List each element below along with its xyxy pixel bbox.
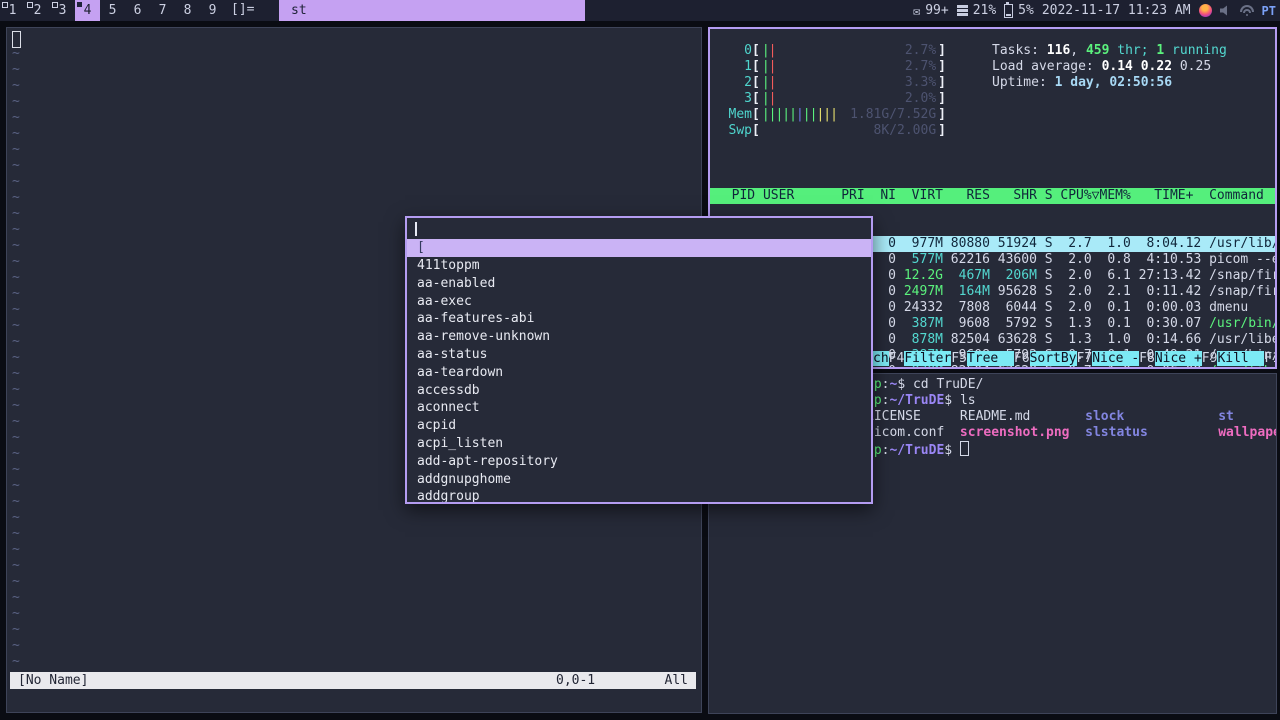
vim-empty-lines: ~ ~ ~ ~ ~ ~ ~ ~ ~ ~ ~ ~ ~ ~ ~ ~ ~ ~ ~ ~ ~ ~ ~ ~ ~ ~ ~ ~ ~ ~ ~ ~ ~ ~ ~ ~ ~ ~ ~ (12, 46, 20, 669)
dmenu-item[interactable]: aa-teardown (407, 364, 871, 382)
dmenu-text-cursor (415, 222, 417, 236)
bar-tag-4[interactable]: 4 (75, 0, 100, 21)
vim-statusline: [No Name] 0,0-1 All (10, 672, 696, 689)
dmenu-item-list: 411toppm aa-enabled aa-exec aa-features-abi… (407, 257, 871, 502)
fkey-label[interactable]: ch (873, 351, 889, 366)
mail-count: 99+ (925, 3, 949, 18)
volume-icon[interactable] (1219, 5, 1227, 16)
dmenu-item[interactable]: aa-remove-unknown (407, 328, 871, 346)
bar-tag-1[interactable]: 1 (0, 0, 25, 21)
dmenu-selected-item[interactable]: [ (407, 239, 871, 257)
dmenu-item[interactable]: 411toppm (407, 257, 871, 275)
bar-tag-6[interactable]: 6 (125, 0, 150, 21)
vim-cursor-position: 0,0-1 (556, 673, 596, 688)
fkey-label[interactable]: Nice - (1092, 351, 1140, 366)
battery-icon (1004, 1, 1014, 18)
vim-filename: [No Name] (18, 673, 89, 688)
fkey-label[interactable]: Nice + (1154, 351, 1202, 366)
fkey-label[interactable]: Tree (966, 351, 1014, 366)
firefox-tray-icon[interactable] (1198, 4, 1212, 17)
dmenu-item[interactable]: aa-features-abi (407, 310, 871, 328)
dmenu-item[interactable]: add-apt-repository (407, 453, 871, 471)
bar-tag-7[interactable]: 7 (150, 0, 175, 21)
dmenu-item[interactable]: aconnect (407, 399, 871, 417)
bar-tag-9[interactable]: 9 (200, 0, 225, 21)
fkey-F5[interactable]: F5 (951, 351, 967, 366)
dmenu-item[interactable]: aa-status (407, 346, 871, 364)
battery-percent: 5% (1018, 3, 1034, 18)
fkey-label[interactable]: SortBy (1029, 351, 1077, 366)
status-segment: ✉ 99+ 21% 5% 2022-11-17 11:23 AM PT (913, 0, 1276, 21)
terminal-output: op:~$ cd TruDE/op:~/TruDE$ ls LICENSE REA… (866, 377, 1276, 458)
dmenu-item[interactable]: aa-enabled (407, 275, 871, 293)
fkey-F6[interactable]: F6 (1014, 351, 1030, 366)
datetime: 2022-11-17 11:23 AM (1041, 3, 1191, 18)
keyboard-layout-indicator[interactable]: PT (1262, 4, 1276, 18)
htop-summary: Tasks: 116, 459 thr; 1 running Load avera… (992, 43, 1227, 90)
wifi-icon[interactable] (1239, 5, 1254, 16)
fkey-F7[interactable]: F7 (1077, 351, 1093, 366)
status-bar: 123456789 []= st ✉ 99+ 21% 5% 2022-11-17… (0, 0, 1280, 21)
htop-table-header[interactable]: PID USER PRI NI VIRT RES SHR S CPU%▽MEM%… (710, 188, 1275, 204)
htop-meters: 0[|| 2.7%] 1[|| 2.7%] 2[|| 3.3%] 3[|| 2.0%] Mem[… (728, 43, 946, 138)
dmenu-item[interactable]: accessdb (407, 382, 871, 400)
storage-status: 21% (956, 3, 997, 18)
layout-symbol[interactable]: []= (231, 2, 254, 17)
fkey-label[interactable]: Filter (904, 351, 952, 366)
fkey-F8[interactable]: F8 (1139, 351, 1155, 366)
disk-icon (956, 5, 968, 8)
focused-window-title: st (279, 0, 585, 21)
workspace-tags: 123456789 (0, 0, 225, 21)
mail-icon: ✉ (912, 3, 921, 18)
dmenu-item[interactable]: acpi_listen (407, 435, 871, 453)
dmenu-item[interactable]: aa-exec (407, 293, 871, 311)
fkey-label[interactable]: Kill (1217, 351, 1265, 366)
desktop: { "bar": { "tags": [ {"label":"1","ind":… (0, 0, 1280, 720)
bar-tag-5[interactable]: 5 (100, 0, 125, 21)
fkey-F1[interactable]: F1 (1264, 351, 1275, 366)
dmenu-input[interactable] (407, 218, 871, 239)
dmenu-item[interactable]: acpid (407, 417, 871, 435)
mail-status: ✉ 99+ (913, 3, 949, 18)
storage-percent: 21% (972, 3, 997, 18)
bar-tag-3[interactable]: 3 (50, 0, 75, 21)
fkey-F9[interactable]: F9 (1202, 351, 1218, 366)
fkey-F4[interactable]: F4 (889, 351, 905, 366)
vim-scroll-indicator: All (664, 673, 688, 688)
dmenu-item[interactable]: addgnupghome (407, 471, 871, 489)
dmenu-launcher[interactable]: [ 411toppm aa-enabled aa-exec aa-features-a… (405, 216, 873, 504)
bar-tag-2[interactable]: 2 (25, 0, 50, 21)
battery-status: 5% (1004, 1, 1034, 18)
dmenu-item[interactable]: addgroup (407, 488, 871, 502)
bar-tag-8[interactable]: 8 (175, 0, 200, 21)
